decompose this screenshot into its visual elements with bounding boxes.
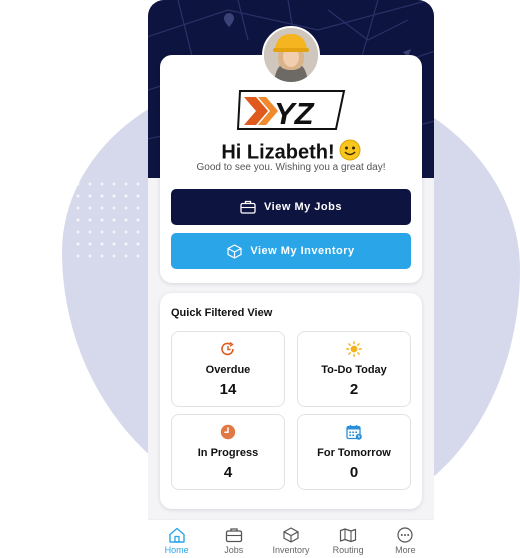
tab-inventory[interactable]: Inventory: [262, 520, 319, 558]
tab-jobs[interactable]: Jobs: [205, 520, 262, 558]
user-avatar[interactable]: [262, 26, 320, 84]
tab-more-label: More: [395, 545, 416, 555]
for-tomorrow-count: 0: [349, 464, 359, 481]
overdue-tile[interactable]: Overdue 14: [171, 331, 285, 407]
sun-icon: [346, 341, 362, 362]
box-icon: [283, 527, 299, 543]
todo-today-tile[interactable]: To-Do Today 2: [297, 331, 411, 407]
todo-today-count: 2: [349, 381, 359, 398]
briefcase-icon: [240, 200, 256, 214]
tab-jobs-label: Jobs: [224, 545, 244, 555]
overdue-count: 14: [219, 381, 237, 398]
more-icon: [397, 527, 413, 543]
company-logo: YZ: [236, 87, 348, 133]
tab-routing-label: Routing: [332, 545, 364, 555]
clock-icon: [220, 424, 236, 445]
overdue-label: Overdue: [205, 364, 251, 376]
overdue-clock-icon: [220, 341, 236, 362]
todo-today-label: To-Do Today: [321, 364, 387, 376]
in-progress-tile[interactable]: In Progress 4: [171, 414, 285, 490]
for-tomorrow-label: For Tomorrow: [317, 447, 391, 459]
quick-filtered-title: Quick Filtered View: [171, 307, 273, 319]
view-jobs-button[interactable]: View My Jobs: [171, 189, 411, 225]
svg-text:YZ: YZ: [274, 96, 315, 131]
map-icon: [340, 528, 357, 543]
in-progress-label: In Progress: [197, 447, 259, 459]
greeting-subtitle: Good to see you. Wishing you a great day…: [196, 162, 386, 173]
box-icon: [227, 243, 242, 259]
tab-home[interactable]: Home: [148, 520, 205, 558]
home-icon: [168, 527, 185, 543]
view-inventory-label: View My Inventory: [250, 245, 355, 257]
tab-inventory-label: Inventory: [272, 545, 310, 555]
view-jobs-label: View My Jobs: [264, 201, 342, 213]
in-progress-count: 4: [223, 464, 233, 481]
calendar-icon: [346, 424, 362, 445]
bottom-tab-bar: Home Jobs Inventory Routing More: [148, 519, 434, 558]
tab-routing[interactable]: Routing: [320, 520, 377, 558]
briefcase-icon: [225, 528, 242, 543]
view-inventory-button[interactable]: View My Inventory: [171, 233, 411, 269]
tab-more[interactable]: More: [377, 520, 434, 558]
phone-frame: YZ Hi Lizabeth! Good to see you. Wishing…: [148, 0, 434, 558]
greeting-text: Hi Lizabeth!: [221, 141, 335, 164]
tab-home-label: Home: [164, 545, 189, 555]
for-tomorrow-tile[interactable]: For Tomorrow 0: [297, 414, 411, 490]
quick-filtered-view-card: Quick Filtered View Overdue 14 To-Do Tod…: [160, 293, 422, 509]
welcome-card: YZ Hi Lizabeth! Good to see you. Wishing…: [160, 55, 422, 283]
